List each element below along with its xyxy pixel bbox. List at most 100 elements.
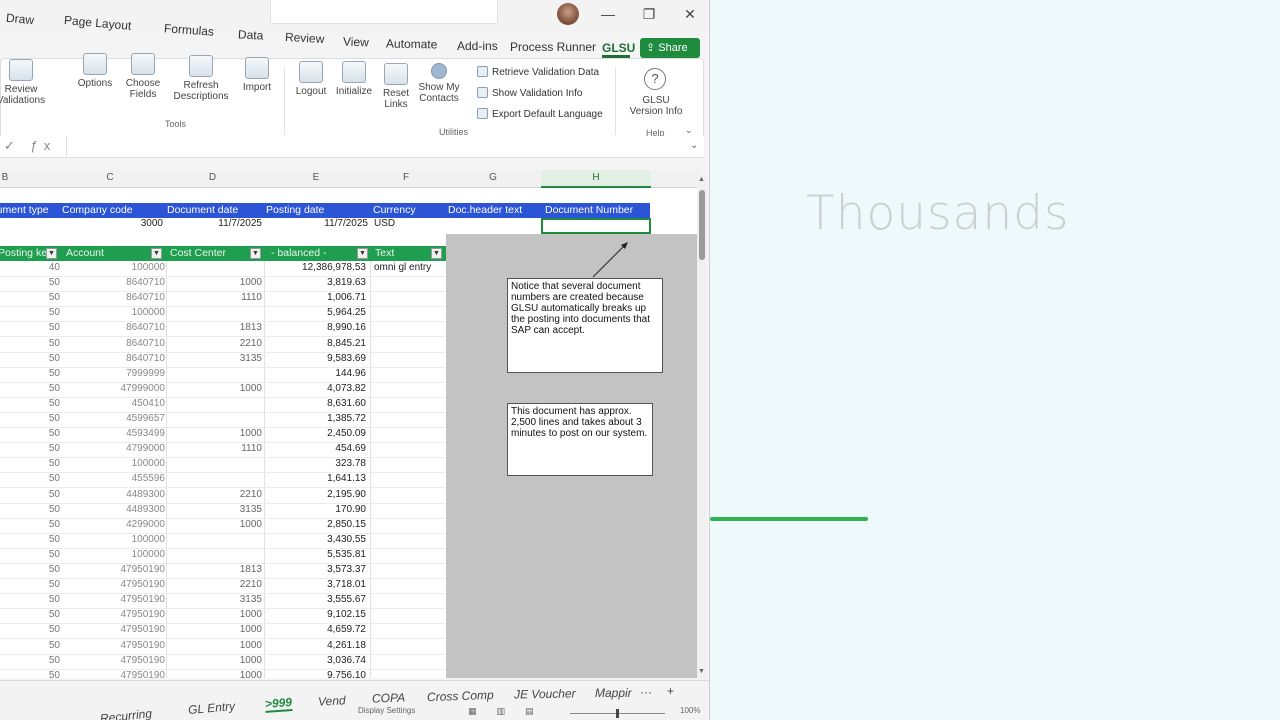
- table-row[interactable]: 50 100000 323.78: [0, 458, 446, 474]
- table-row[interactable]: 50 4599657 1,385.72: [0, 413, 446, 428]
- account-cell[interactable]: 4299000: [70, 519, 165, 530]
- more-sheets-icon[interactable]: ···: [640, 685, 652, 699]
- cost-center-cell[interactable]: 2210: [170, 489, 262, 500]
- posting-key-cell[interactable]: 50: [0, 398, 60, 409]
- formula-input[interactable]: [66, 136, 696, 158]
- amount-cell[interactable]: 1,006.71: [264, 292, 366, 303]
- cost-center-cell[interactable]: 1000: [170, 670, 262, 678]
- expand-formula-icon[interactable]: ⌄: [690, 140, 698, 151]
- filter-dropdown-icon[interactable]: ▼: [46, 248, 57, 259]
- cost-center-cell[interactable]: 1000: [170, 383, 262, 394]
- posting-key-cell[interactable]: 50: [0, 383, 60, 394]
- amount-cell[interactable]: 8,990.16: [264, 322, 366, 333]
- tab-page-layout[interactable]: Page Layout: [64, 13, 132, 33]
- tab-data[interactable]: Data: [238, 27, 264, 42]
- account-cell[interactable]: 8640710: [70, 353, 165, 364]
- amount-cell[interactable]: 3,036.74: [264, 655, 366, 666]
- table-row[interactable]: 50 47999000 1000 4,073.82: [0, 383, 446, 398]
- amount-cell[interactable]: 2,195.90: [264, 489, 366, 500]
- table-row[interactable]: 50 47950190 1000 4,261.18: [0, 640, 446, 655]
- tab-process-runner[interactable]: Process Runner: [510, 40, 596, 54]
- posting-date-value[interactable]: 11/7/2025: [304, 218, 368, 229]
- account-cell[interactable]: 100000: [70, 549, 165, 560]
- posting-key-cell[interactable]: 50: [0, 322, 60, 333]
- help-icon[interactable]: ?: [644, 68, 666, 90]
- show-my-contacts-button[interactable]: Show My Contacts: [415, 63, 463, 104]
- table-row[interactable]: 50 47950190 1000 9,102.15: [0, 609, 446, 625]
- posting-key-cell[interactable]: 50: [0, 519, 60, 530]
- cost-center-cell[interactable]: 3135: [170, 353, 262, 364]
- account-cell[interactable]: 4489300: [70, 504, 165, 515]
- table-row[interactable]: 50 8640710 1110 1,006.71: [0, 292, 446, 308]
- sheet-tab-mappir[interactable]: Mappir: [595, 686, 632, 700]
- cost-center-cell[interactable]: 1110: [170, 292, 262, 303]
- cost-center-cell[interactable]: 1000: [170, 655, 262, 666]
- table-row[interactable]: 50 8640710 3135 9,583.69: [0, 353, 446, 368]
- posting-key-cell[interactable]: 50: [0, 353, 60, 364]
- amount-cell[interactable]: 9,583.69: [264, 353, 366, 364]
- table-row[interactable]: 40 100000 12,386,978.53 omni gl entry: [0, 262, 446, 277]
- amount-cell[interactable]: 144.96: [264, 368, 366, 379]
- cost-center-cell[interactable]: 1000: [170, 519, 262, 530]
- account-cell[interactable]: 8640710: [70, 338, 165, 349]
- posting-key-cell[interactable]: 50: [0, 428, 60, 439]
- tab-glsu[interactable]: GLSU: [602, 41, 635, 55]
- amount-cell[interactable]: 8,631.60: [264, 398, 366, 409]
- column-header[interactable]: G: [445, 172, 541, 183]
- table-row[interactable]: 50 8640710 1813 8,990.16: [0, 322, 446, 338]
- header-balanced[interactable]: - balanced -: [271, 247, 326, 259]
- posting-key-cell[interactable]: 50: [0, 338, 60, 349]
- share-button[interactable]: ⇪ Share: [640, 38, 700, 58]
- formula-bar-icons[interactable]: ✓ ƒx: [4, 138, 56, 154]
- choose-fields-button[interactable]: Choose Fields: [119, 53, 167, 100]
- glsu-version-info-button[interactable]: GLSU Version Info: [625, 95, 687, 117]
- sheet-tab-je-voucher[interactable]: JE Voucher: [514, 686, 576, 701]
- posting-key-cell[interactable]: 50: [0, 413, 60, 424]
- header-cost-center[interactable]: Cost Center: [170, 247, 226, 259]
- account-cell[interactable]: 8640710: [70, 277, 165, 288]
- table-row[interactable]: 50 7999999 144.96: [0, 368, 446, 383]
- scroll-up-icon[interactable]: ▲: [698, 176, 705, 183]
- company-code-value[interactable]: 3000: [118, 218, 163, 229]
- tab-review[interactable]: Review: [285, 30, 325, 46]
- amount-cell[interactable]: 3,718.01: [264, 579, 366, 590]
- table-row[interactable]: 50 47950190 1000 9,756.10: [0, 670, 446, 678]
- header-document-date[interactable]: Document date: [167, 204, 238, 216]
- cost-center-cell[interactable]: 1000: [170, 624, 262, 635]
- zoom-slider-knob[interactable]: [616, 709, 619, 718]
- posting-key-cell[interactable]: 50: [0, 458, 60, 469]
- column-header[interactable]: C: [60, 172, 160, 183]
- collapse-ribbon-icon[interactable]: ⌄: [685, 125, 693, 136]
- filter-dropdown-icon[interactable]: ▼: [250, 248, 261, 259]
- posting-key-cell[interactable]: 50: [0, 534, 60, 545]
- sheet-tab-cross-comp[interactable]: Cross Comp: [427, 688, 494, 704]
- amount-cell[interactable]: 9,102.15: [264, 609, 366, 620]
- column-header[interactable]: E: [264, 172, 368, 183]
- import-button[interactable]: Import: [235, 57, 279, 93]
- account-cell[interactable]: 7999999: [70, 368, 165, 379]
- posting-key-cell[interactable]: 50: [0, 292, 60, 303]
- amount-cell[interactable]: 12,386,978.53: [264, 262, 366, 273]
- tab-add-ins[interactable]: Add-ins: [457, 39, 498, 53]
- tab-view[interactable]: View: [343, 35, 369, 50]
- table-row[interactable]: 50 4489300 3135 170.90: [0, 504, 446, 519]
- account-cell[interactable]: 4489300: [70, 489, 165, 500]
- table-row[interactable]: 50 455596 1,641.13: [0, 473, 446, 489]
- account-cell[interactable]: 4799000: [70, 443, 165, 454]
- add-sheet-icon[interactable]: +: [667, 684, 674, 698]
- amount-cell[interactable]: 3,555.67: [264, 594, 366, 605]
- posting-key-cell[interactable]: 50: [0, 670, 60, 678]
- table-row[interactable]: 50 100000 3,430.55: [0, 534, 446, 549]
- amount-cell[interactable]: 8,845.21: [264, 338, 366, 349]
- account-cell[interactable]: 100000: [70, 534, 165, 545]
- header-account[interactable]: Account: [66, 247, 104, 259]
- scroll-down-icon[interactable]: ▼: [698, 668, 705, 675]
- reset-links-button[interactable]: Reset Links: [377, 63, 415, 110]
- posting-key-cell[interactable]: 50: [0, 489, 60, 500]
- header-document-type[interactable]: Document type: [0, 204, 49, 216]
- table-row[interactable]: 50 47950190 2210 3,718.01: [0, 579, 446, 595]
- amount-cell[interactable]: 3,573.37: [264, 564, 366, 575]
- filter-dropdown-icon[interactable]: ▼: [151, 248, 162, 259]
- posting-key-cell[interactable]: 50: [0, 624, 60, 635]
- account-cell[interactable]: 4593499: [70, 428, 165, 439]
